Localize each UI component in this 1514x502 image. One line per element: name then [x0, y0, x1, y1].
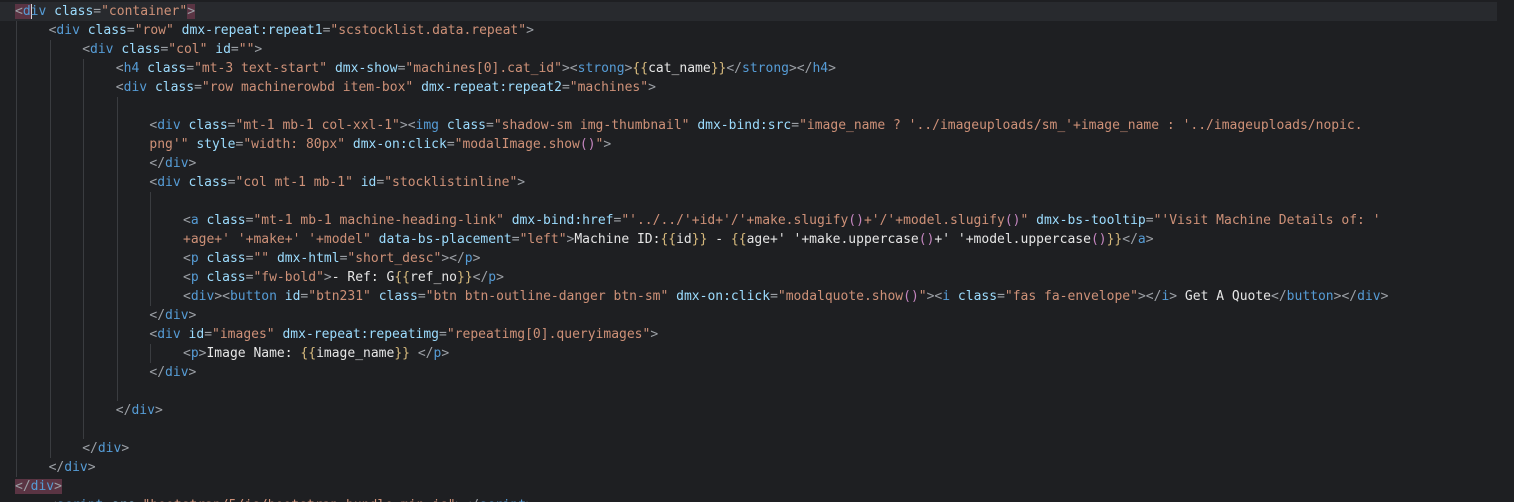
- code-line[interactable]: <div class="col mt-1 mb-1" id="stocklist…: [0, 173, 1514, 192]
- code-line[interactable]: <div class="row machinerowbd item-box" d…: [0, 78, 1514, 97]
- code-line-content: <h4 class="mt-3 text-start" dmx-show="ma…: [115, 61, 836, 76]
- code-line-content: <p class="" dmx-html="short_desc"></p>: [183, 251, 481, 266]
- code-line-content: +age+' '+make+' '+model" data-bs-placeme…: [183, 232, 1154, 247]
- code-line[interactable]: <p class="fw-bold">- Ref: G{{ref_no}}</p…: [0, 268, 1514, 287]
- code-line-content: </div>: [149, 308, 197, 323]
- code-line[interactable]: <div><button id="btn231" class="btn btn-…: [0, 287, 1514, 306]
- code-line-content: </div>: [15, 479, 62, 494]
- code-line-content: <div class="col mt-1 mb-1" id="stocklist…: [149, 175, 526, 190]
- code-line[interactable]: <p class="" dmx-html="short_desc"></p>: [0, 249, 1514, 268]
- code-line[interactable]: [0, 420, 1514, 439]
- code-line[interactable]: [0, 192, 1514, 211]
- code-line-content: <div class="row machinerowbd item-box" d…: [115, 80, 656, 95]
- code-line[interactable]: </div>: [0, 458, 1514, 477]
- code-line-content: <div class="container">: [15, 4, 196, 19]
- code-line[interactable]: <div class="row" dmx-repeat:repeat1="scs…: [0, 21, 1514, 40]
- code-line[interactable]: <div id="images" dmx-repeat:repeatimg="r…: [0, 325, 1514, 344]
- code-line[interactable]: [0, 382, 1514, 401]
- code-line-content: png'" style="width: 80px" dmx-on:click="…: [149, 137, 612, 152]
- vertical-scrollbar[interactable]: [1497, 0, 1514, 502]
- code-line-content: <div id="images" dmx-repeat:repeatimg="r…: [149, 327, 659, 342]
- code-line[interactable]: <h4 class="mt-3 text-start" dmx-show="ma…: [0, 59, 1514, 78]
- code-line-content: <div class="col" id="">: [82, 42, 263, 57]
- code-line-content: </div>: [149, 365, 197, 380]
- code-line-content: <p>Image Name: {{image_name}} </p>: [183, 346, 450, 361]
- code-line[interactable]: </div>: [0, 477, 1514, 496]
- code-line-content: <div class="mt-1 mb-1 col-xxl-1"><img cl…: [149, 118, 1363, 133]
- code-line[interactable]: </div>: [0, 439, 1514, 458]
- code-line[interactable]: <div class="mt-1 mb-1 col-xxl-1"><img cl…: [0, 116, 1514, 135]
- code-line[interactable]: </div>: [0, 363, 1514, 382]
- code-line[interactable]: <script src="bootstrap/5/js/bootstrap.bu…: [0, 496, 1514, 502]
- code-line-content: </div>: [82, 441, 130, 456]
- code-line[interactable]: +age+' '+make+' '+model" data-bs-placeme…: [0, 230, 1514, 249]
- code-line[interactable]: png'" style="width: 80px" dmx-on:click="…: [0, 135, 1514, 154]
- code-line-content: <div><button id="btn231" class="btn btn-…: [183, 289, 1389, 304]
- code-line[interactable]: <div class="col" id="">: [0, 40, 1514, 59]
- code-line-content: <div class="row" dmx-repeat:repeat1="scs…: [48, 23, 534, 38]
- code-line[interactable]: <p>Image Name: {{image_name}} </p>: [0, 344, 1514, 363]
- code-line[interactable]: <div class="container">: [0, 2, 1497, 21]
- code-line-content: </div>: [149, 156, 197, 171]
- code-line-content: <script src="bootstrap/5/js/bootstrap.bu…: [49, 496, 534, 502]
- code-line-content: </div>: [48, 460, 96, 475]
- code-line-content: </div>: [115, 403, 163, 418]
- code-line-content: <a class="mt-1 mb-1 machine-heading-link…: [183, 213, 1381, 228]
- code-line[interactable]: <a class="mt-1 mb-1 machine-heading-link…: [0, 211, 1514, 230]
- code-editor[interactable]: <div class="container"> <div class="row" …: [0, 0, 1514, 502]
- code-line[interactable]: </div>: [0, 154, 1514, 173]
- code-line[interactable]: </div>: [0, 401, 1514, 420]
- code-line-content: <p class="fw-bold">- Ref: G{{ref_no}}</p…: [183, 270, 504, 285]
- code-line[interactable]: [0, 97, 1514, 116]
- code-line[interactable]: </div>: [0, 306, 1514, 325]
